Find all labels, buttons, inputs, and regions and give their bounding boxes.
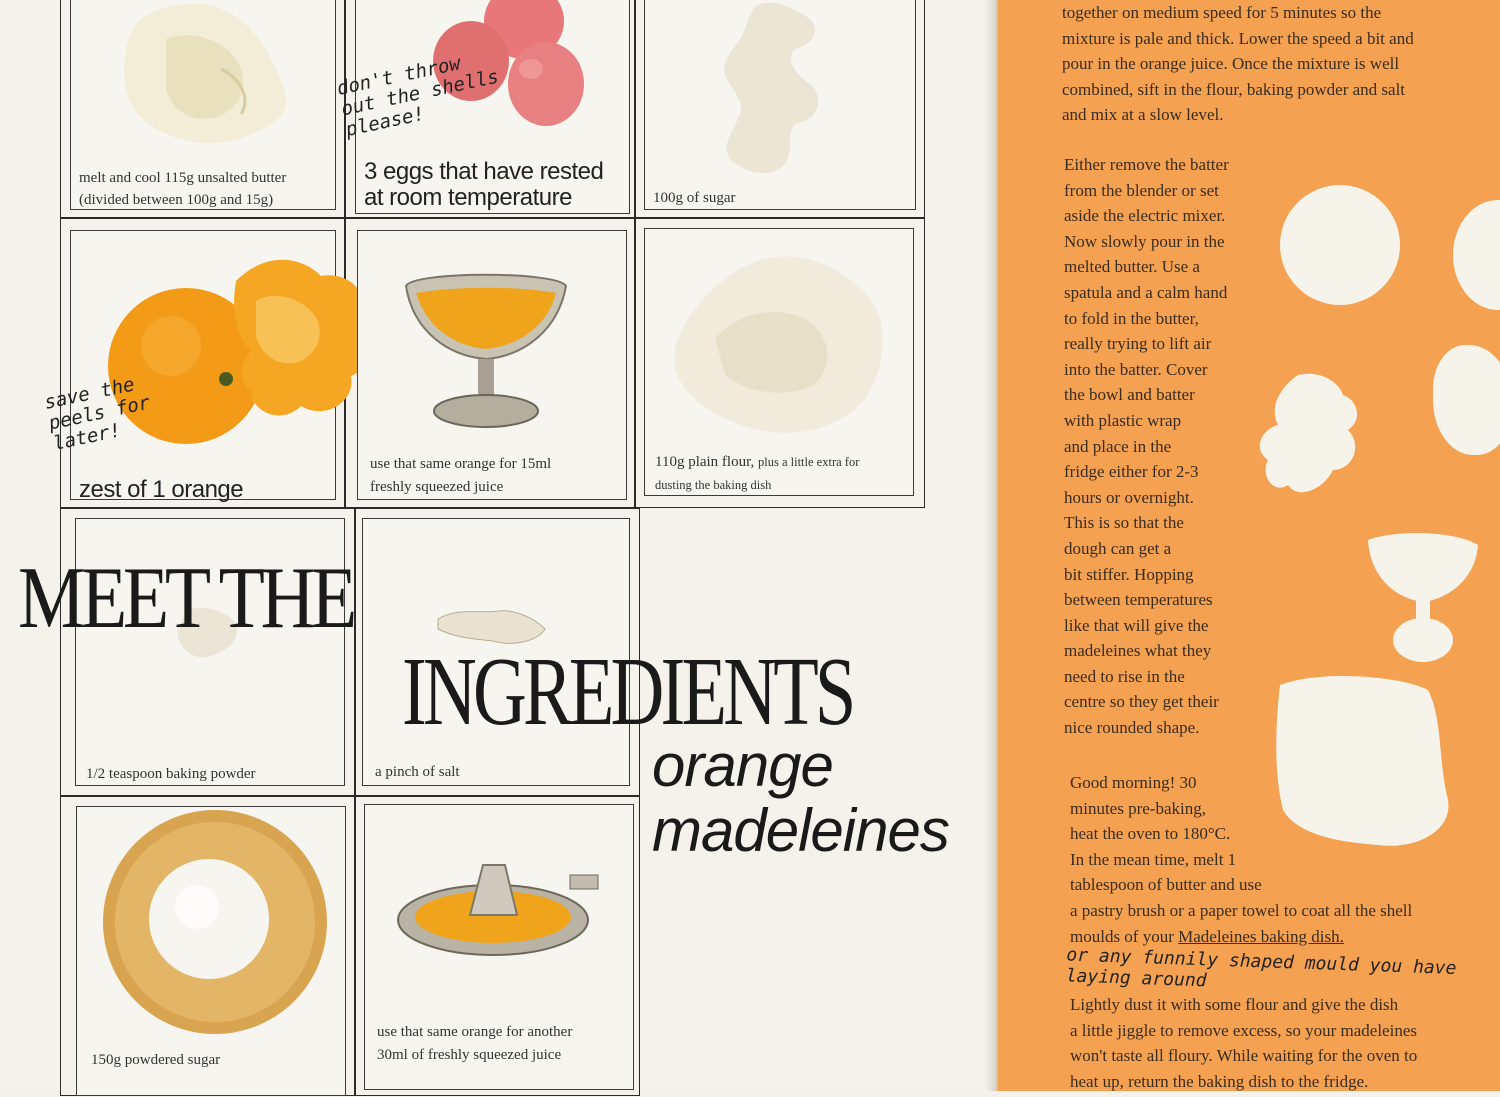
text-prefix: moulds of your — [1070, 926, 1179, 946]
baking-dish-link-text: Madeleines baking dish. — [1178, 926, 1344, 946]
text-line: pour in the orange juice. Once the mixtu… — [1062, 54, 1400, 74]
text-line: need to rise in the — [1064, 666, 1185, 686]
card-powdered-sugar: 150g powdered sugar — [76, 806, 346, 1096]
text-line: madeleines what they — [1064, 641, 1212, 661]
right-page: together on medium speed for 5 minutes s… — [998, 0, 1500, 1091]
text-line: together on medium speed for 5 minutes s… — [1062, 3, 1382, 22]
card-caption: use that same orange for another — [377, 1024, 573, 1040]
text-line: won't taste all floury. While waiting fo… — [1070, 1046, 1418, 1066]
text-line: nice rounded shape. — [1064, 718, 1200, 738]
text-line: and mix at a slow level. — [1062, 105, 1224, 125]
paragraph-1: together on medium speed for 5 minutes s… — [1062, 0, 1414, 128]
card-sugar: 100g of sugar — [644, 0, 916, 210]
text-line: mixture is pale and thick. Lower the spe… — [1062, 28, 1414, 48]
text-line: melted butter. Use a — [1064, 257, 1200, 277]
text-line: spatula and a calm hand — [1064, 282, 1228, 302]
bowl-stem — [1416, 600, 1430, 620]
card-flour: 110g plain flour, plus a little extra fo… — [644, 228, 914, 496]
text-line: between temperatures — [1064, 590, 1213, 610]
text-line: minutes pre-baking, — [1070, 798, 1206, 818]
card-zest: zest of 1 orange — [70, 230, 374, 503]
text-line: tablespoon of butter and use — [1070, 875, 1262, 895]
text-line: with plastic wrap — [1064, 410, 1182, 430]
text-line: centre so they get their — [1064, 692, 1219, 712]
card-caption: melt and cool 115g unsalted butter — [79, 170, 287, 186]
left-page: melt and cool 115g unsalted butter (divi… — [0, 0, 1000, 1096]
text-line: really trying to lift air — [1064, 334, 1212, 354]
card-butter: melt and cool 115g unsalted butter (divi… — [70, 0, 336, 210]
card-caption: 100g of sugar — [653, 190, 736, 206]
card-caption: use that same orange for 15ml — [370, 456, 552, 472]
card-caption: 150g powdered sugar — [91, 1052, 221, 1068]
text-line: Either remove the batter — [1064, 155, 1229, 174]
paragraph-2: Either remove the batter from the blende… — [1064, 152, 1229, 741]
text-line: Now slowly pour in the — [1064, 231, 1225, 251]
text-line: the bowl and batter — [1064, 385, 1195, 405]
text-line: moulds of your Madeleines baking dish. — [1070, 924, 1412, 950]
text-line: combined, sift in the flour, baking powd… — [1062, 79, 1406, 99]
text-line: and place in the — [1064, 436, 1172, 456]
text-line: aside the electric mixer. — [1064, 206, 1226, 226]
text-line: like that will give the — [1064, 615, 1209, 635]
card-caption: a pinch of salt — [375, 764, 460, 780]
paragraph-3: Good morning! 30 minutes pre-baking, hea… — [1070, 770, 1412, 949]
card-caption: zest of 1 orange — [79, 476, 244, 503]
paragraph-4: Lightly dust it with some flour and give… — [1070, 992, 1417, 1091]
text-line: Good morning! 30 — [1070, 773, 1197, 792]
bowl-base — [1393, 618, 1453, 662]
subtitle-madeleines: madeleines — [652, 797, 950, 864]
text-line: a little jiggle to remove excess, so you… — [1070, 1020, 1417, 1040]
card-caption: 1/2 teaspoon baking powder — [86, 766, 256, 782]
text-line: In the mean time, melt 1 — [1070, 849, 1237, 869]
text-line: hours or overnight. — [1064, 487, 1194, 507]
text-line: heat up, return the baking dish to the f… — [1070, 1071, 1369, 1091]
text-line: fridge either for 2-3 — [1064, 462, 1199, 482]
text-line: from the blender or set — [1064, 180, 1219, 200]
card-caption: freshly squeezed juice — [370, 479, 504, 495]
card-caption: at room temperature — [364, 184, 572, 211]
card-caption: 30ml of freshly squeezed juice — [377, 1047, 562, 1063]
caption-main: 110g plain flour, — [655, 454, 755, 470]
card-more-juice: use that same orange for another 30ml of… — [364, 804, 634, 1090]
text-line: to fold in the butter, — [1064, 308, 1199, 328]
text-line: bit stiffer. Hopping — [1064, 564, 1194, 584]
card-juice: use that same orange for 15ml freshly sq… — [357, 230, 627, 500]
sugar-image — [724, 2, 819, 174]
text-line: This is so that the — [1064, 513, 1184, 533]
card-caption: dusting the baking dish — [655, 478, 772, 492]
subtitle-orange: orange — [652, 732, 834, 799]
card-caption: 3 eggs that have rested — [364, 158, 604, 185]
text-line: Lightly dust it with some flour and give… — [1070, 995, 1399, 1014]
sugar-silhouette — [1259, 373, 1358, 493]
caption-extra: plus a little extra for — [758, 455, 860, 469]
card-caption: (divided between 100g and 15g) — [79, 192, 274, 208]
bowl-silhouette — [1368, 533, 1478, 602]
text-line: a pastry brush or a paper towel to coat … — [1070, 900, 1413, 920]
text-line: dough can get a — [1064, 538, 1172, 558]
title-line-1: MEET THE — [18, 550, 357, 647]
text-line: into the batter. Cover — [1064, 359, 1208, 379]
text-line: heat the oven to 180°C. — [1070, 824, 1231, 844]
card-caption: 110g plain flour, plus a little extra fo… — [655, 451, 859, 473]
